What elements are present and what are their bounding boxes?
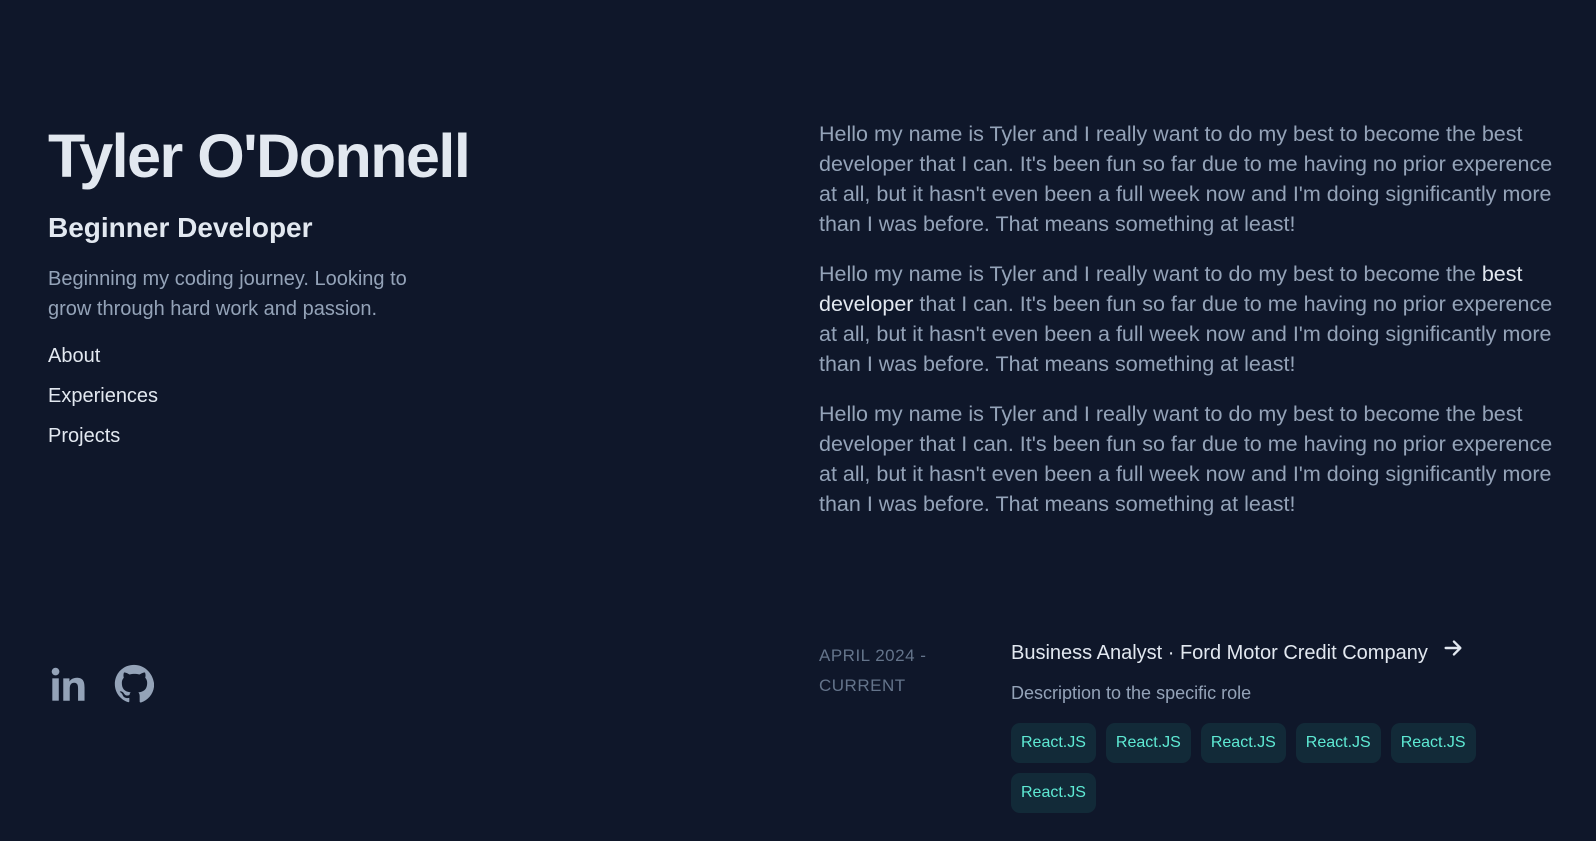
about-paragraph: Hello my name is Tyler and I really want… (819, 262, 1553, 376)
tech-tag: React.JS (1390, 723, 1476, 763)
experience-title-link[interactable]: Business Analyst · Ford Motor Credit Com… (1011, 637, 1551, 668)
experience-body: Business Analyst · Ford Motor Credit Com… (1011, 637, 1551, 813)
about-paragraph: Hello my name is Tyler and I really want… (819, 122, 1553, 236)
arrow-right-icon (1442, 637, 1464, 668)
tech-tags: React.JS React.JS React.JS React.JS Reac… (1011, 723, 1491, 813)
left-column: Tyler O'Donnell Beginner Developer Begin… (48, 0, 748, 841)
experience-card[interactable]: APRIL 2024 - CURRENT Business Analyst · … (819, 637, 1559, 827)
github-link[interactable] (114, 664, 154, 704)
tech-tag: React.JS (1105, 723, 1191, 763)
experience-description: Description to the specific role (1011, 683, 1252, 703)
social-links (48, 664, 154, 704)
portfolio-page: Tyler O'Donnell Beginner Developer Begin… (0, 0, 1596, 841)
about-paragraph: Hello my name is Tyler and I really want… (819, 402, 1553, 516)
nav-item-experiences[interactable]: Experiences (48, 383, 158, 409)
about-section: Hello my name is Tyler and I really want… (819, 119, 1559, 539)
experience-title: Business Analyst · Ford Motor Credit Com… (1011, 641, 1428, 664)
github-icon (114, 664, 154, 704)
nav-item-projects[interactable]: Projects (48, 423, 158, 449)
linkedin-icon (50, 666, 87, 703)
linkedin-link[interactable] (48, 664, 88, 704)
nav-item-about[interactable]: About (48, 343, 158, 369)
tech-tag: React.JS (1200, 723, 1286, 763)
tech-tag: React.JS (1011, 723, 1096, 763)
tech-tag: React.JS (1011, 773, 1096, 813)
role-subtitle: Beginner Developer (48, 212, 313, 243)
tagline: Beginning my coding journey. Looking to … (48, 268, 407, 320)
experience-date: APRIL 2024 - CURRENT (819, 646, 927, 695)
section-nav: About Experiences Projects (48, 343, 158, 463)
tech-tag: React.JS (1295, 723, 1381, 763)
page-title: Tyler O'Donnell (48, 122, 471, 190)
